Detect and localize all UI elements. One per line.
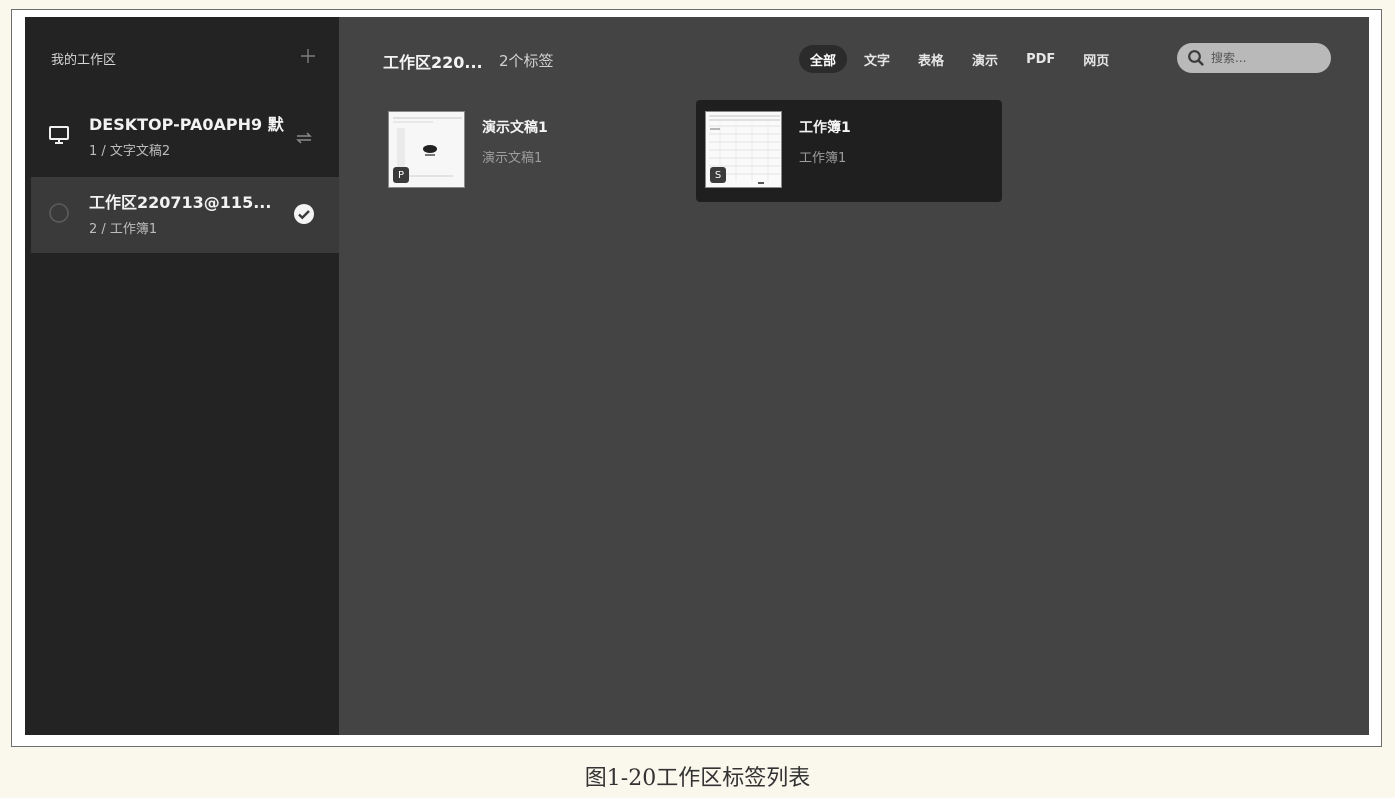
plus-icon[interactable]	[295, 43, 321, 69]
filter-pdf[interactable]: PDF	[1015, 45, 1066, 73]
tab-title: 工作簿1	[799, 120, 851, 136]
presentation-badge: P	[393, 167, 409, 183]
tab-count: 2个标签	[499, 52, 554, 70]
filter-presentation[interactable]: 演示	[961, 45, 1009, 73]
check-circle-icon	[289, 199, 319, 229]
workspace-subtitle: 2 / 工作簿1	[89, 222, 158, 237]
type-filter-bar: 全部 文字 表格 演示 PDF 网页	[799, 44, 1126, 74]
tab-title: 演示文稿1	[482, 120, 548, 136]
workspace-subtitle: 1 / 文字文稿2	[89, 144, 171, 159]
spreadsheet-badge: S	[710, 167, 726, 183]
workspace-name: 工作区220713@115...	[89, 193, 272, 212]
search-box[interactable]	[1177, 43, 1331, 73]
workspace-window: 我的工作区 DESKTOP-PA0APH9 默 1 / 文字文稿2 工作区220…	[25, 17, 1369, 735]
tab-subtitle: 工作簿1	[799, 151, 847, 166]
sidebar-title: 我的工作区	[51, 53, 117, 68]
workspace-item-current[interactable]: 工作区220713@115... 2 / 工作簿1	[31, 177, 339, 253]
radio-circle-icon[interactable]	[47, 201, 71, 225]
tab-card-presentation[interactable]: P 演示文稿1 演示文稿1	[379, 100, 685, 202]
spreadsheet-thumbnail: S	[705, 111, 782, 188]
filter-all[interactable]: 全部	[799, 45, 848, 73]
figure-caption: 图1-20工作区标签列表	[584, 766, 811, 791]
workspace-item-desktop[interactable]: DESKTOP-PA0APH9 默 1 / 文字文稿2	[31, 99, 339, 175]
sync-arrows-icon[interactable]	[289, 123, 319, 153]
search-icon	[1187, 49, 1205, 67]
tab-subtitle: 演示文稿1	[482, 151, 543, 166]
search-input[interactable]	[1209, 50, 1323, 66]
monitor-icon	[47, 123, 71, 147]
workspace-name: DESKTOP-PA0APH9 默	[89, 115, 284, 134]
sidebar-header: 我的工作区	[25, 17, 339, 99]
workspace-sidebar: 我的工作区 DESKTOP-PA0APH9 默 1 / 文字文稿2 工作区220…	[25, 17, 339, 735]
filter-web[interactable]: 网页	[1072, 45, 1120, 73]
filter-sheet[interactable]: 表格	[907, 45, 955, 73]
filter-text[interactable]: 文字	[853, 45, 901, 73]
tab-card-spreadsheet[interactable]: S 工作簿1 工作簿1	[696, 100, 1002, 202]
workspace-title: 工作区220...	[383, 53, 483, 72]
tab-list-panel: 工作区220... 2个标签 全部 文字 表格 演示 PDF 网页 搜索... …	[339, 17, 1369, 735]
presentation-thumbnail: P	[388, 111, 465, 188]
